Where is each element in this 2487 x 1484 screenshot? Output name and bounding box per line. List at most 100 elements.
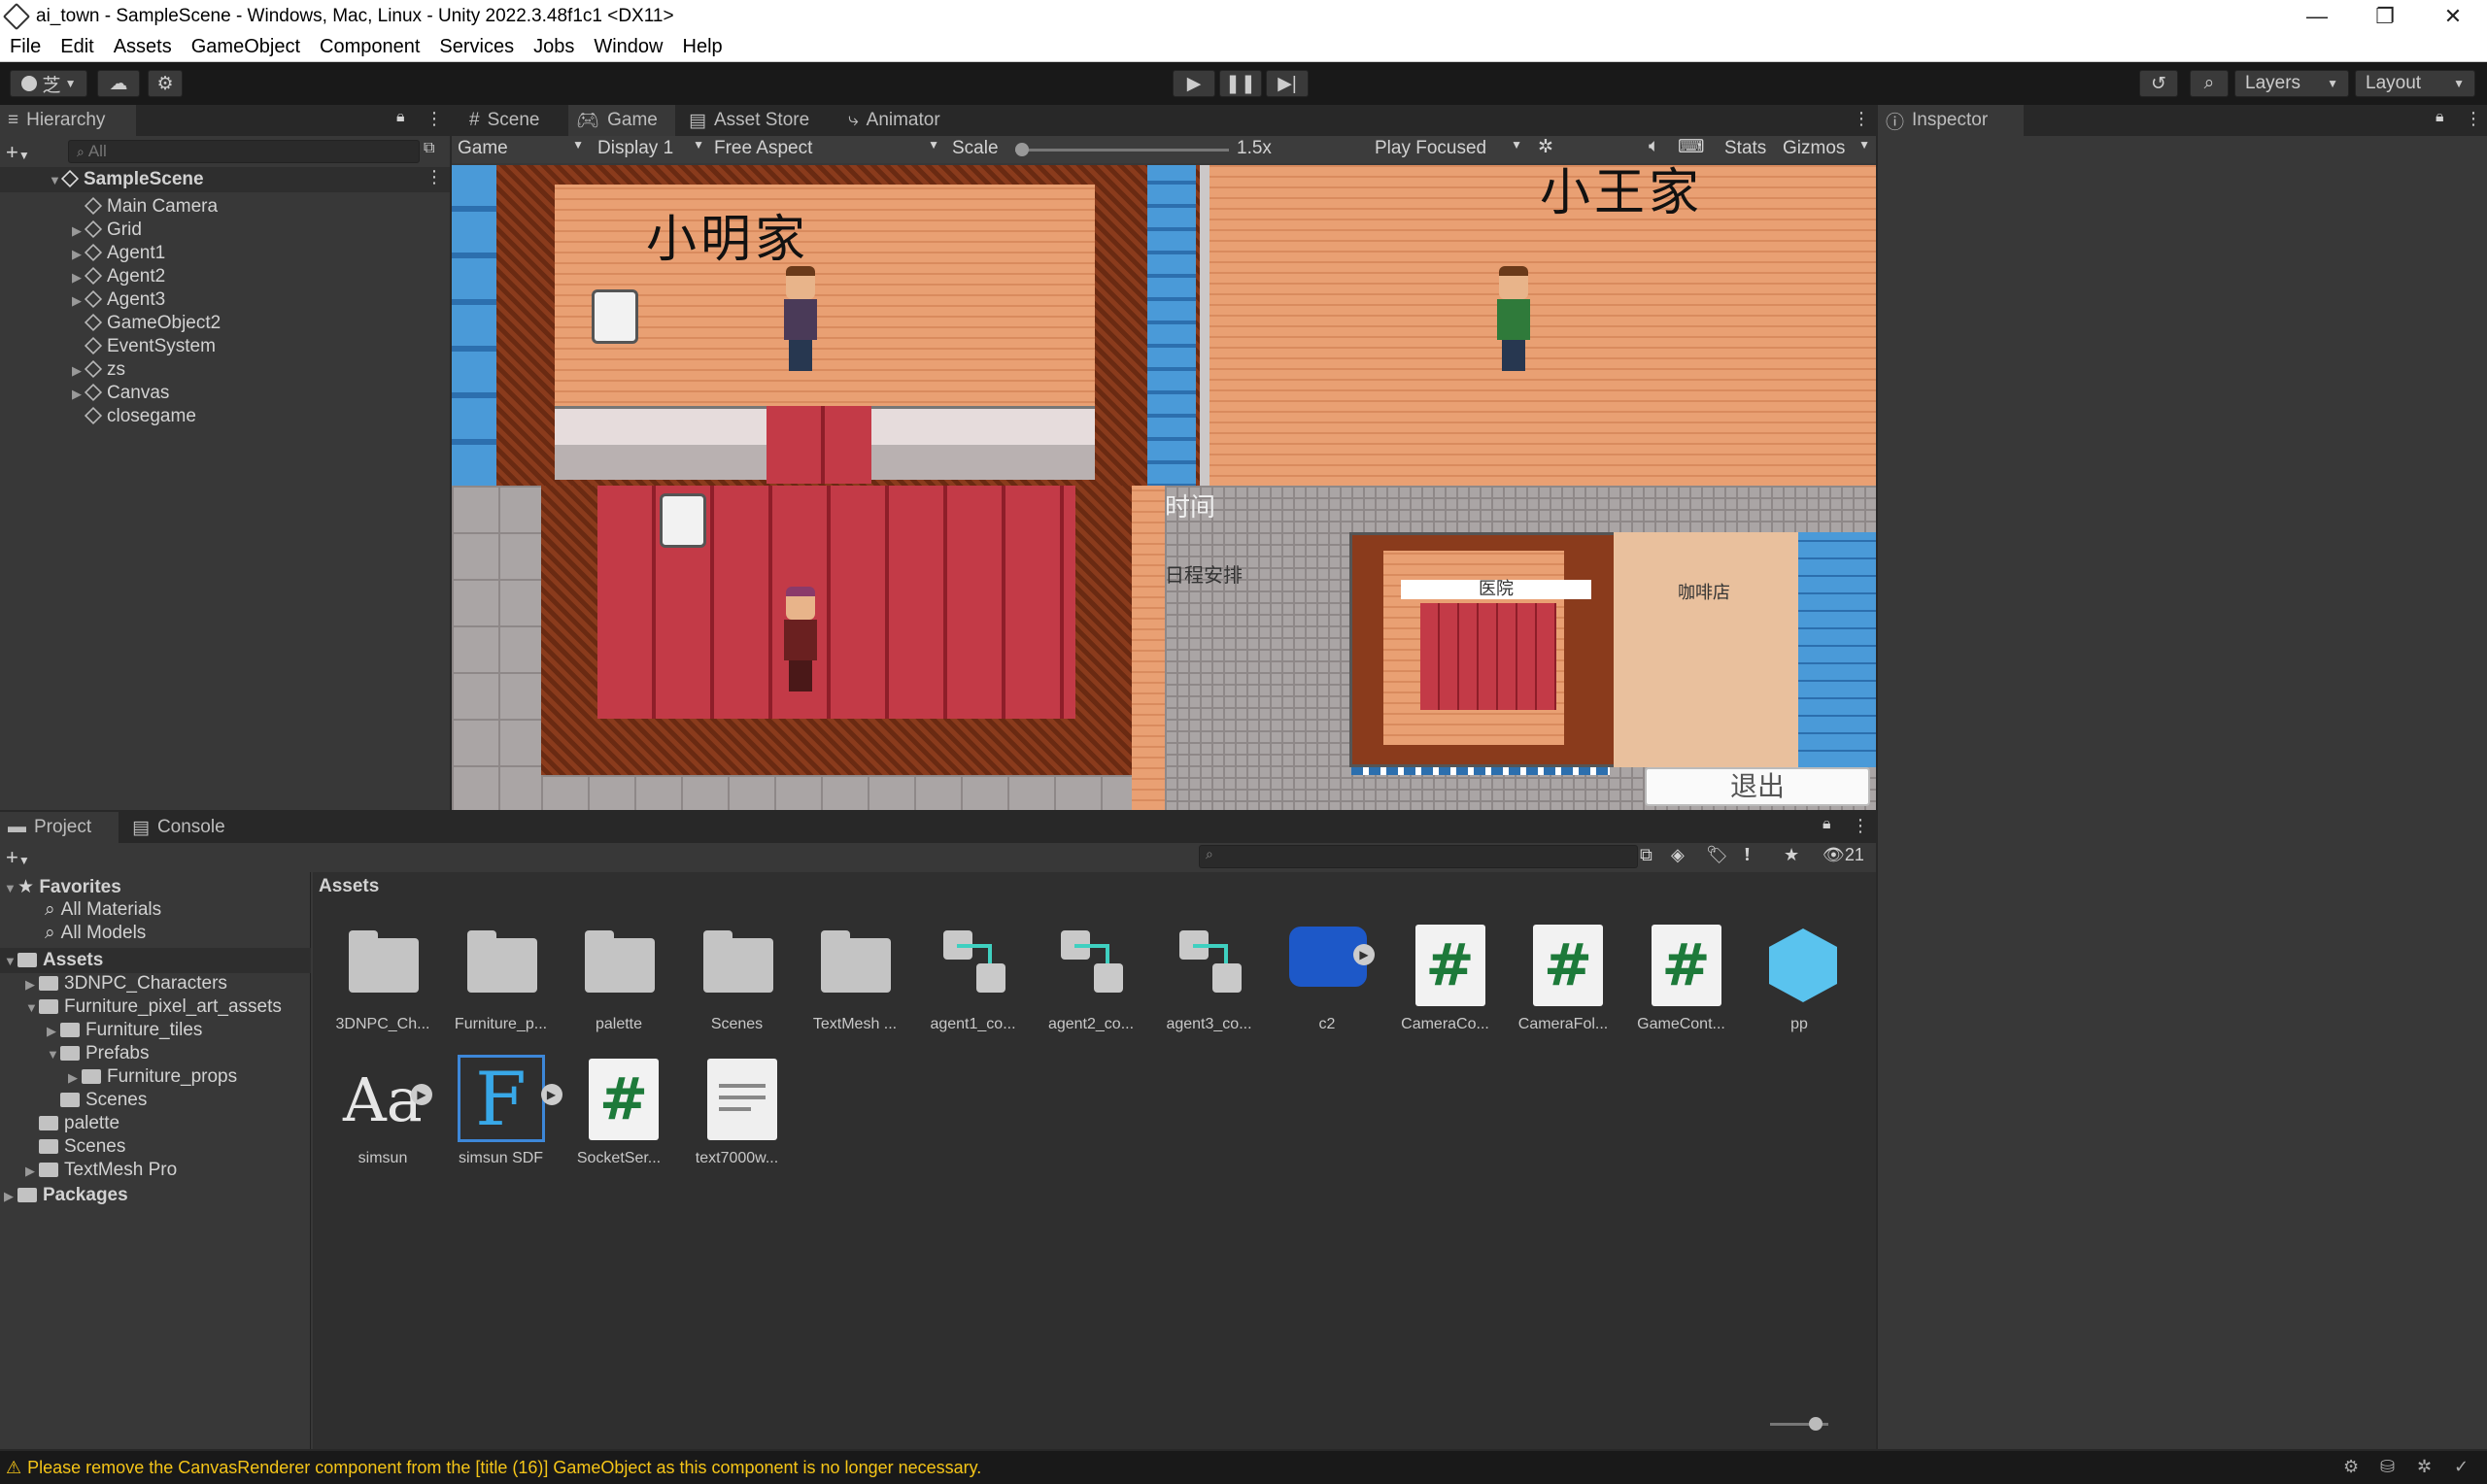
project-tree-item[interactable]: Scenes [25,1136,125,1158]
asset-tile[interactable]: Scenes [684,921,791,1033]
menu-services[interactable]: Services [429,36,524,58]
asset-tile[interactable]: # GameCont... [1628,921,1735,1033]
tab-game[interactable]: 🎮︎ Game [568,105,675,136]
game-viewport[interactable]: 小明家 小王家 时间 日程安排 医院 咖啡店 退出 [452,165,1876,810]
chevron-right-icon[interactable]: ▶ [68,1070,82,1086]
hierarchy-item[interactable]: ▶ Agent2 [72,266,165,287]
create-asset-button[interactable]: +▼ [6,845,30,870]
project-tree-item[interactable]: ▶ Furniture_tiles [47,1020,202,1041]
more-icon[interactable]: ⋮ [1852,816,1869,836]
menu-assets[interactable]: Assets [104,36,182,58]
exit-button[interactable]: 退出 [1645,767,1870,806]
chevron-down-icon[interactable]: ▼ [25,1000,39,1015]
lock-icon[interactable]: 🔒︎ [396,109,405,126]
asset-tile[interactable]: agent3_co... [1156,921,1263,1033]
asset-tile[interactable]: F ▶ simsun SDF [448,1055,562,1167]
asset-tile[interactable]: Furniture_p... [448,921,555,1033]
chevron-right-icon[interactable]: ▶ [72,247,85,262]
bug-icon[interactable]: ✲ [1538,136,1553,158]
chevron-right-icon[interactable]: ▶ [47,1024,60,1039]
chevron-down-icon[interactable]: ▼ [47,1047,60,1062]
project-tree-item[interactable]: ▶ TextMesh Pro [25,1160,177,1181]
chevron-right-icon[interactable]: ▶ [25,977,39,993]
menu-window[interactable]: Window [584,36,672,58]
asset-tile[interactable]: # CameraFol... [1510,921,1617,1033]
scale-slider-thumb[interactable] [1015,143,1029,156]
lock-icon[interactable]: 🔒︎ [1823,816,1831,833]
menu-file[interactable]: File [0,36,51,58]
play-focused-dropdown[interactable]: Play Focused ▼ [1375,138,1522,159]
log-icon[interactable]: ❗︎ [1745,845,1750,865]
favorite-item[interactable]: ⌕ All Materials [45,899,161,921]
audio-icon[interactable]: 🔈︎ [1649,136,1659,157]
chevron-right-icon[interactable]: ▶ [72,387,85,402]
chevron-right-icon[interactable]: ▶ [72,293,85,309]
hierarchy-item[interactable]: ▶ Grid [72,219,142,241]
tab-inspector[interactable]: ⓘ Inspector [1878,105,2024,136]
project-tree-item[interactable]: ▶ 3DNPC_Characters [25,973,227,995]
project-search[interactable]: ⌕ [1199,845,1638,868]
restore-icon[interactable]: ❐ [2351,0,2419,33]
status-bar[interactable]: ⚠ Please remove the CanvasRenderer compo… [0,1451,2487,1484]
stats-toggle[interactable]: Stats [1724,138,1766,159]
project-tree-item[interactable]: ▼ Prefabs [47,1043,149,1064]
chevron-right-icon[interactable]: ▶ [72,270,85,286]
favorite-item[interactable]: ⌕ All Models [45,923,146,944]
hierarchy-item[interactable]: ▶ zs [72,359,125,381]
asset-tile[interactable]: 3DNPC_Ch... [329,921,436,1033]
layers-dropdown[interactable]: Layers ▼ [2234,70,2349,97]
play-button[interactable]: ▶ [1173,70,1215,97]
search-button[interactable]: ⌕ [2190,70,2229,97]
scene-row[interactable]: ▼ SampleScene ⋮ [0,167,450,192]
undo-history-button[interactable]: ↺ [2139,70,2178,97]
debug-icon[interactable]: ✲ [2417,1457,2432,1477]
collab-button[interactable]: ⚙ [148,70,183,97]
hierarchy-item[interactable]: Main Camera [72,196,218,218]
minimize-icon[interactable]: — [2283,0,2351,33]
tab-console[interactable]: ▤ Console [124,812,251,843]
game-mode-dropdown[interactable]: Game ▼ [458,138,584,159]
filter-type-icon[interactable]: ◈ [1671,845,1685,865]
favorites-header[interactable]: ▼★ Favorites [4,876,121,898]
project-tree-item[interactable]: palette [25,1113,119,1134]
cache-icon[interactable]: ⛁ [2380,1457,2395,1477]
hierarchy-item[interactable]: ▶ Agent1 [72,243,165,264]
packages-root[interactable]: ▶ Packages [4,1185,128,1206]
asset-tile[interactable]: pp [1746,921,1853,1033]
pause-button[interactable]: ❚❚ [1219,70,1262,97]
asset-tile[interactable]: Aa ▶ simsun [329,1055,436,1167]
check-icon[interactable]: ✓ [2454,1457,2469,1477]
tab-hierarchy[interactable]: ≡ Hierarchy [0,105,136,136]
scene-more-icon[interactable]: ⋮ [426,167,443,187]
asset-tile[interactable]: agent2_co... [1038,921,1144,1033]
asset-tile[interactable]: text7000w... [684,1055,791,1167]
label-icon[interactable]: 🏷︎ [1706,845,1728,865]
tab-asset-store[interactable]: ▤ Asset Store [681,105,827,136]
star-icon[interactable]: ★ [1784,845,1799,865]
menu-component[interactable]: Component [310,36,429,58]
project-tree-item[interactable]: ▼ Furniture_pixel_art_assets [25,996,282,1018]
project-tree-item[interactable]: Scenes [47,1090,147,1111]
add-object-button[interactable]: +▼ [6,140,30,165]
close-icon[interactable]: ✕ [2419,0,2487,33]
asset-tile[interactable]: # CameraCo... [1392,921,1499,1033]
asset-tile[interactable]: # SocketSer... [565,1055,672,1167]
gizmos-dropdown[interactable]: Gizmos ▼ [1783,138,1870,159]
account-button[interactable]: 芝 ▼ [10,70,87,97]
hierarchy-item[interactable]: closegame [72,406,196,427]
asset-tile[interactable]: ▶ c2 [1274,921,1380,1033]
display-dropdown[interactable]: Display 1 ▼ [597,138,704,159]
chevron-right-icon[interactable]: ▶ [25,1164,39,1179]
menu-gameobject[interactable]: GameObject [182,36,310,58]
menu-edit[interactable]: Edit [51,36,103,58]
more-icon[interactable]: ⋮ [426,109,443,129]
cloud-button[interactable]: ☁ [97,70,140,97]
chevron-right-icon[interactable]: ▶ [72,363,85,379]
tab-project[interactable]: ▬ Project [0,812,119,843]
asset-tile[interactable]: palette [565,921,672,1033]
chevron-right-icon[interactable]: ▶ [72,223,85,239]
project-tree-item[interactable]: ▶ Furniture_props [68,1066,237,1088]
progress-icon[interactable]: ⚙ [2343,1457,2359,1477]
aspect-dropdown[interactable]: Free Aspect ▼ [714,138,939,159]
hierarchy-item[interactable]: ▶ Canvas [72,383,169,404]
